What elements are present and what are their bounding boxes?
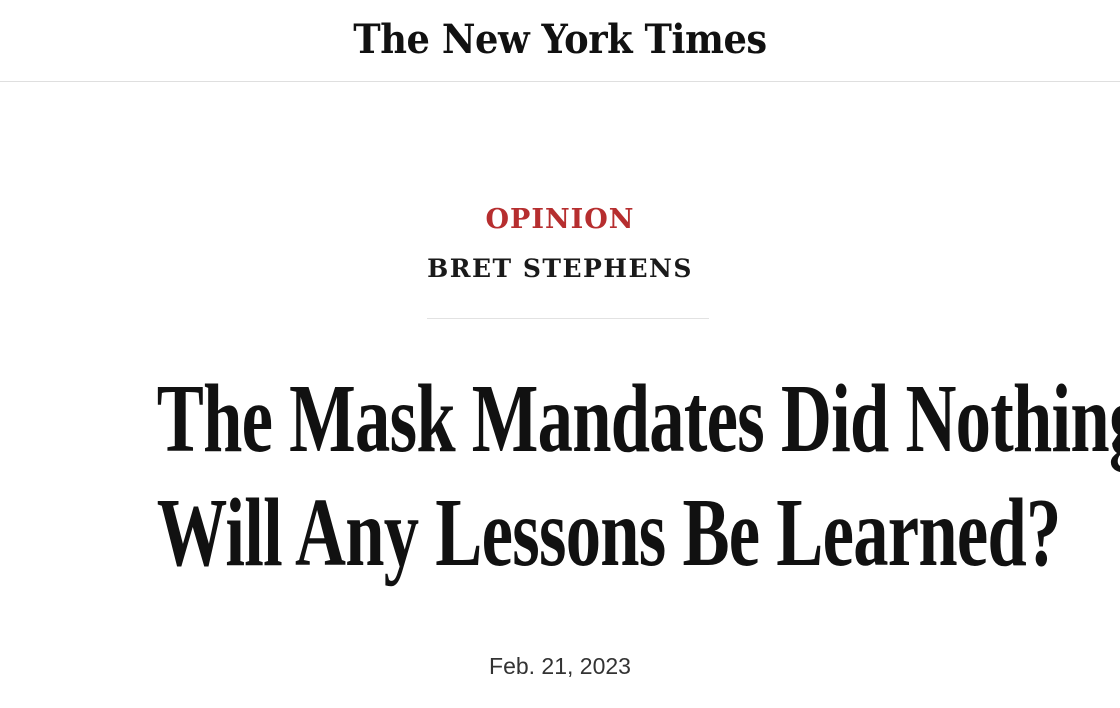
publish-date: Feb. 21, 2023 xyxy=(489,653,631,679)
article-kicker: OPINION xyxy=(0,202,1120,238)
opinion-section-link[interactable]: OPINION xyxy=(486,204,635,235)
masthead: The New York Times xyxy=(0,0,1120,82)
headline-line-1: The Mask Mandates Did Nothing. xyxy=(156,365,1120,473)
article-headline: The Mask Mandates Did Nothing. Will Any … xyxy=(0,362,1120,590)
headline-line-2: Will Any Lessons Be Learned? xyxy=(156,479,1062,587)
divider xyxy=(427,318,709,319)
author-byline[interactable]: BRET STEPHENS xyxy=(0,252,1120,286)
nyt-logo[interactable]: The New York Times xyxy=(45,8,1075,72)
